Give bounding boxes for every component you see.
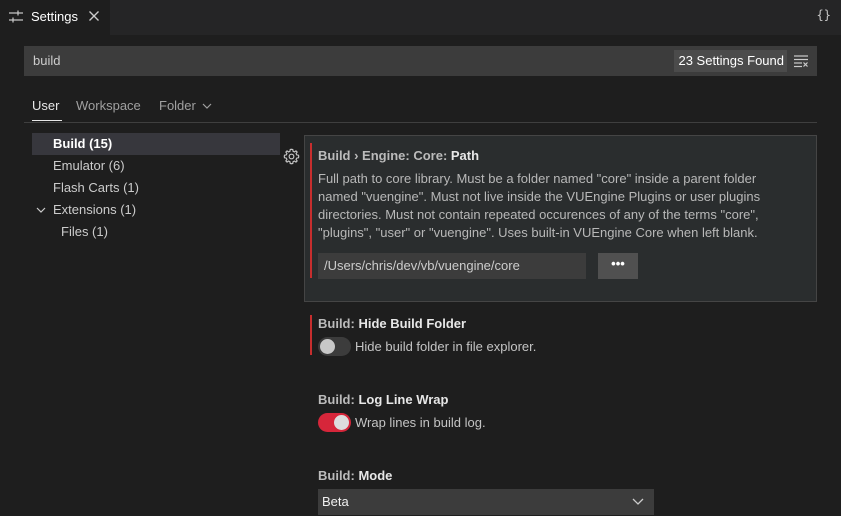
log-line-wrap-toggle[interactable] <box>318 413 351 432</box>
hide-build-folder-toggle[interactable] <box>318 337 351 356</box>
setting-category: Build: <box>318 468 359 483</box>
chevron-down-icon <box>203 103 212 109</box>
toggle-knob <box>320 339 335 354</box>
modified-indicator <box>310 315 312 355</box>
search-input[interactable]: build <box>33 53 60 68</box>
active-tab-indicator <box>32 120 62 121</box>
toc-item-label: Extensions (1) <box>53 202 137 217</box>
select-value: Beta <box>322 494 349 509</box>
description-line: named "vuengine". Must not live inside t… <box>318 189 761 204</box>
setting-category: Build › Engine: Core: <box>318 148 451 163</box>
settings-tab[interactable]: Settings <box>0 0 110 35</box>
setting-title: Build: Mode <box>318 468 392 483</box>
browse-button[interactable]: ••• <box>598 253 638 279</box>
modified-indicator <box>310 143 312 278</box>
description-line: "plugins", "user" or "vuengine". Uses bu… <box>318 225 758 240</box>
setting-category: Build: <box>318 316 359 331</box>
toc-item-label: Flash Carts (1) <box>53 180 139 195</box>
tab-user[interactable]: User <box>32 98 59 113</box>
description-line: Full path to core library. Must be a fol… <box>318 171 757 186</box>
setting-name: Hide Build Folder <box>358 316 467 331</box>
setting-title: Build › Engine: Core: Path <box>318 148 479 163</box>
tab-title: Settings <box>31 9 78 24</box>
setting-name: Log Line Wrap <box>358 392 449 407</box>
toc-item-files[interactable]: Files (1) <box>61 221 108 243</box>
chevron-down-icon[interactable] <box>35 204 47 216</box>
toggle-label: Wrap lines in build log. <box>355 415 486 430</box>
open-settings-json-button[interactable]: {} <box>817 8 831 22</box>
filter-icon[interactable] <box>794 54 808 68</box>
tab-folder[interactable]: Folder <box>159 98 212 113</box>
setting-name: Path <box>450 148 480 163</box>
settings-count-badge: 23 Settings Found <box>674 50 787 72</box>
toggle-label: Hide build folder in file explorer. <box>355 339 537 354</box>
tab-workspace[interactable]: Workspace <box>76 98 141 113</box>
editor-tab-bar: Settings {} <box>0 0 841 35</box>
toc-item-label: Files (1) <box>61 224 108 239</box>
settings-scope-tabs: User Workspace Folder <box>24 96 817 123</box>
toc-item-label: Emulator (6) <box>53 158 125 173</box>
setting-title: Build: Hide Build Folder <box>318 316 466 331</box>
gear-icon[interactable] <box>283 148 300 165</box>
toc-item-flash-carts[interactable]: Flash Carts (1) <box>53 177 139 199</box>
close-icon[interactable] <box>88 10 100 22</box>
toc-item-build[interactable]: Build (15) <box>32 133 280 155</box>
setting-description: Full path to core library. Must be a fol… <box>318 170 760 242</box>
chevron-down-icon <box>632 498 644 505</box>
settings-sliders-icon <box>9 10 23 23</box>
setting-title: Build: Log Line Wrap <box>318 392 448 407</box>
core-path-input[interactable]: /Users/chris/dev/vb/vuengine/core <box>318 253 586 279</box>
description-line: directories. Must not contain repeated o… <box>318 207 759 222</box>
toggle-knob <box>334 415 349 430</box>
setting-name: Mode <box>358 468 393 483</box>
settings-search-box[interactable]: build 23 Settings Found <box>24 46 817 76</box>
toc-item-emulator[interactable]: Emulator (6) <box>53 155 125 177</box>
tab-folder-label: Folder <box>159 98 196 113</box>
toc-item-label: Build (15) <box>53 136 113 151</box>
build-mode-select[interactable]: Beta <box>318 489 654 515</box>
toc-item-extensions[interactable]: Extensions (1) <box>32 199 232 221</box>
setting-category: Build: <box>318 392 359 407</box>
